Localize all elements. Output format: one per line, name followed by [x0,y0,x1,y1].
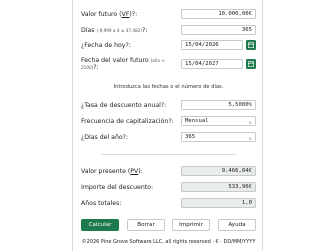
chevron-down-icon: ⌄ [248,118,252,125]
hint-text: Introduzca las fechas o el número de día… [113,84,224,90]
future-value-row: Valor futuro (VF)?: 10.000,00€ [81,9,256,21]
footer-row: ©2026 Pine Grove Software LLC, all right… [81,239,256,247]
button-bar: Calcular Borrar Imprimir Ayuda [81,219,256,231]
calendar-icon[interactable] [246,40,256,50]
frequency-select[interactable]: Mensual ⌄ [181,116,256,126]
present-value-output: 9.466,04€ [181,166,256,176]
print-button[interactable]: Imprimir [172,219,210,231]
days-per-year-row: ¿Días del año?: 365 ⌄ [81,132,256,144]
calculator-panel: Valor futuro (VF)?: 10.000,00€ Días (-9,… [72,0,263,251]
discount-amount-output: 533,96€ [181,182,256,192]
footer-text: ©2026 Pine Grove Software LLC, all right… [81,239,256,245]
present-value-label: Valor presente (PV): [81,168,143,175]
future-value-label: Valor futuro (VF)?: [81,11,138,18]
days-row: Días (-9,999 a 4 ≤ 47,482)?: 365 [81,25,256,37]
divider-row [81,154,256,155]
future-date-input[interactable]: 15/04/2027 [181,59,243,69]
total-years-label: Años totales: [81,200,122,207]
total-years-output: 1,0 [181,198,256,208]
clear-button[interactable]: Borrar [127,219,165,231]
calculate-button[interactable]: Calcular [81,219,119,231]
future-date-row: Fecha del valor futuro (año < 2100)?: 15… [81,57,256,73]
future-value-input[interactable]: 10.000,00€ [181,9,256,19]
days-per-year-select[interactable]: 365 ⌄ [181,132,256,142]
discount-amount-row: Importe del descuento: 533,96€ [81,182,256,194]
divider [101,154,236,155]
days-input[interactable]: 365 [181,25,256,35]
total-years-row: Años totales: 1,0 [81,198,256,210]
chevron-down-icon: ⌄ [248,134,252,141]
days-label: Días (-9,999 a 4 ≤ 47,482)?: [81,27,148,34]
discount-rate-label: ¿Tasa de descuento anual?: [81,102,167,109]
calendar-icon[interactable] [246,59,256,69]
today-date-input[interactable]: 15/04/2026 [181,40,243,50]
discount-amount-label: Importe del descuento: [81,184,154,191]
future-date-label: Fecha del valor futuro (año < 2100)?: [81,57,165,71]
today-date-label: ¿Fecha de hoy?: [81,42,131,49]
help-button[interactable]: Ayuda [218,219,256,231]
hint-row: Introduzca las fechas o el número de día… [81,84,256,92]
days-per-year-label: ¿Días del año?: [81,134,129,141]
present-value-row: Valor presente (PV): 9.466,04€ [81,166,256,178]
discount-rate-row: ¿Tasa de descuento anual?: 5,5000% [81,100,256,112]
days-per-year-value: 365 [185,134,196,140]
frequency-label: Frecuencia de capitalización?: [81,118,174,125]
discount-rate-input[interactable]: 5,5000% [181,100,256,110]
frequency-value: Mensual [185,118,209,124]
today-date-row: ¿Fecha de hoy?: 15/04/2026 [81,40,256,52]
frequency-row: Frecuencia de capitalización?: Mensual ⌄ [81,116,256,128]
